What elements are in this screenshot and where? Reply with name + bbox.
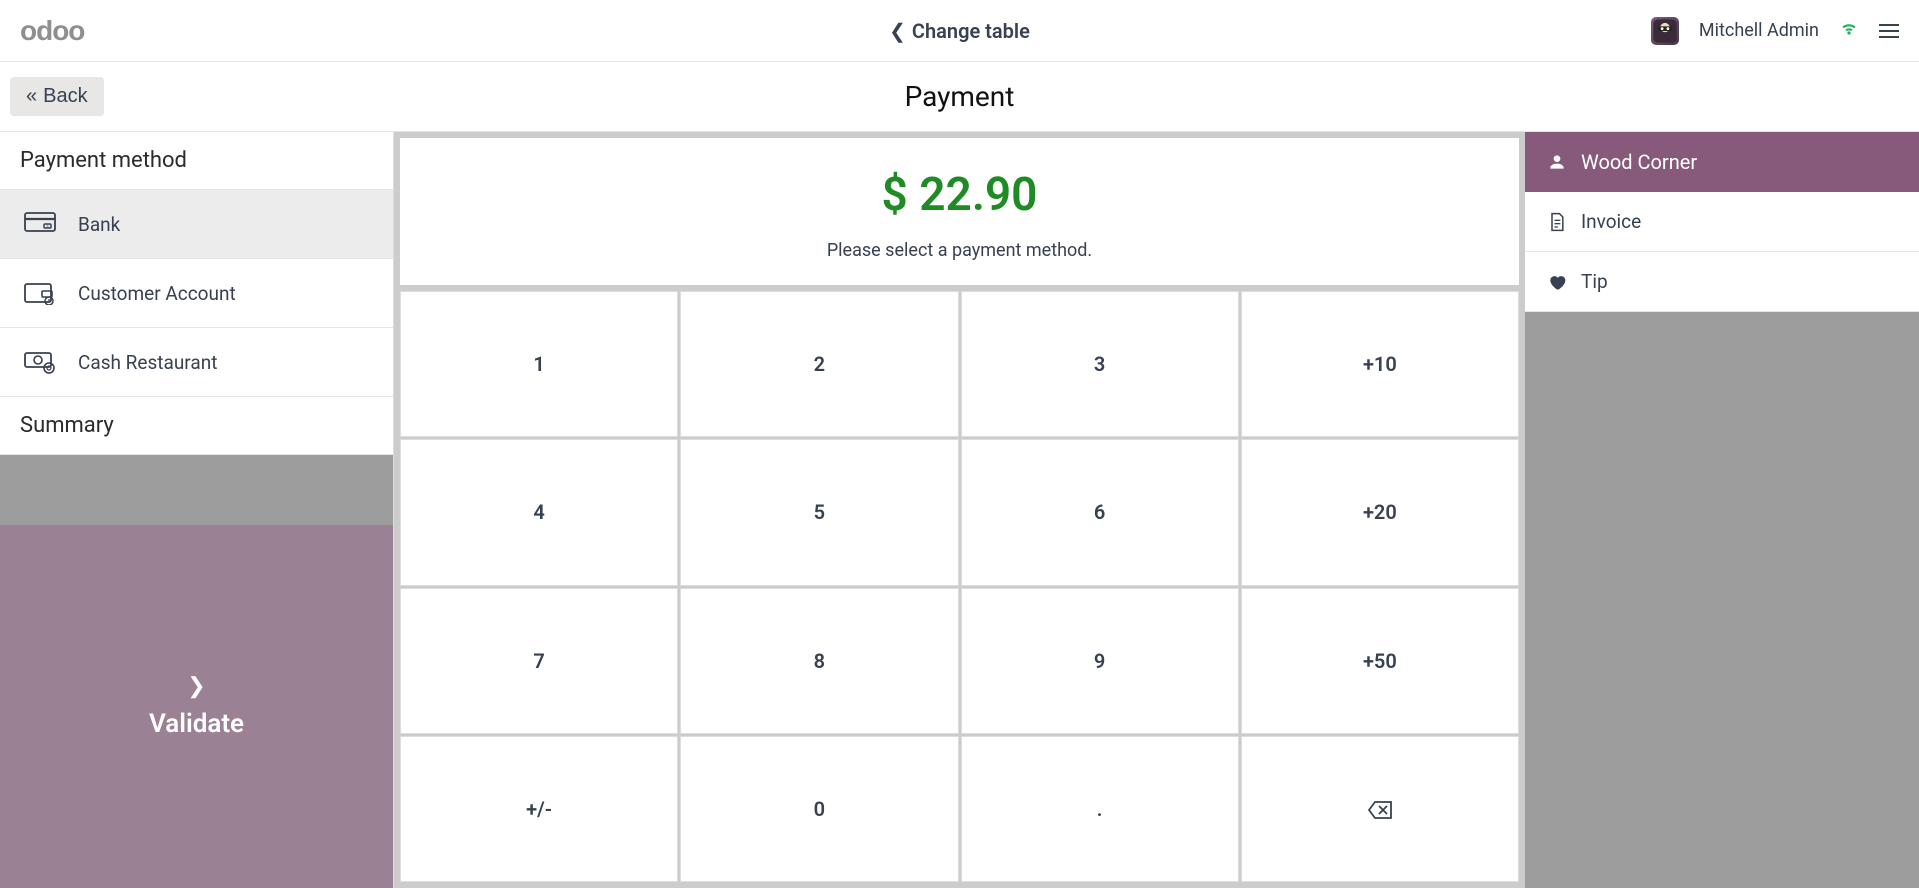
wallet-icon: [24, 281, 56, 305]
payment-method-cash[interactable]: Cash Restaurant: [0, 328, 393, 397]
numkey-dot[interactable]: .: [961, 736, 1239, 882]
summary-body: [0, 455, 393, 525]
numkey-5[interactable]: 5: [680, 439, 958, 585]
page-title: Payment: [905, 80, 1015, 113]
numkey-0[interactable]: 0: [680, 736, 958, 882]
subheader: « Back Payment: [0, 62, 1919, 132]
numkey-4[interactable]: 4: [400, 439, 678, 585]
center-panel: $ 22.90 Please select a payment method. …: [394, 132, 1525, 888]
amount-value: $ 22.90: [882, 168, 1038, 222]
customer-name: Wood Corner: [1581, 150, 1697, 174]
numkey-plus10[interactable]: +10: [1241, 291, 1519, 437]
person-icon: [1547, 152, 1567, 172]
hamburger-menu-icon[interactable]: [1879, 24, 1899, 38]
double-chevron-left-icon: «: [26, 85, 37, 108]
chevron-left-icon: ❮: [889, 19, 906, 43]
numkey-7[interactable]: 7: [400, 588, 678, 734]
payment-method-label: Cash Restaurant: [78, 351, 217, 374]
wifi-icon: [1839, 18, 1859, 43]
customer-banner[interactable]: Wood Corner: [1525, 132, 1919, 192]
back-button[interactable]: « Back: [10, 77, 104, 116]
invoice-button[interactable]: Invoice: [1525, 192, 1919, 252]
heart-icon: [1547, 272, 1567, 292]
numpad: 1 2 3 +10 4 5 6 +20 7 8 9 +50 +/- 0 .: [400, 291, 1519, 882]
summary-header: Summary: [0, 397, 393, 455]
bank-card-icon: $: [24, 212, 56, 236]
cash-icon: [24, 350, 56, 374]
numkey-9[interactable]: 9: [961, 588, 1239, 734]
avatar-icon: [1651, 17, 1679, 45]
numkey-plus50[interactable]: +50: [1241, 588, 1519, 734]
numkey-plus20[interactable]: +20: [1241, 439, 1519, 585]
right-panel: Wood Corner Invoice Tip: [1525, 132, 1919, 888]
chevron-right-icon: ❯: [187, 674, 205, 699]
numkey-sign[interactable]: +/-: [400, 736, 678, 882]
numkey-8[interactable]: 8: [680, 588, 958, 734]
payment-method-label: Customer Account: [78, 282, 236, 305]
numkey-6[interactable]: 6: [961, 439, 1239, 585]
invoice-label: Invoice: [1581, 210, 1641, 233]
backspace-icon: [1368, 800, 1392, 818]
document-icon: [1547, 212, 1567, 232]
payment-method-customer-account[interactable]: Customer Account: [0, 259, 393, 328]
avatar[interactable]: [1651, 17, 1679, 45]
amount-message: Please select a payment method.: [827, 240, 1092, 261]
change-table-button[interactable]: ❮ Change table: [889, 19, 1030, 43]
left-panel: Payment method $ Bank Customer Account C…: [0, 132, 394, 888]
numkey-1[interactable]: 1: [400, 291, 678, 437]
payment-method-label: Bank: [78, 213, 120, 236]
tip-button[interactable]: Tip: [1525, 252, 1919, 312]
change-table-label: Change table: [912, 19, 1030, 43]
username[interactable]: Mitchell Admin: [1699, 20, 1819, 41]
payment-method-header: Payment method: [0, 132, 393, 190]
app-header: odoo ❮ Change table Mitchell Admin: [0, 0, 1919, 62]
logo: odoo: [20, 15, 84, 47]
numkey-3[interactable]: 3: [961, 291, 1239, 437]
numkey-2[interactable]: 2: [680, 291, 958, 437]
payment-method-bank[interactable]: $ Bank: [0, 190, 393, 259]
back-label: Back: [43, 85, 87, 108]
validate-label: Validate: [149, 709, 244, 739]
numkey-backspace[interactable]: [1241, 736, 1519, 882]
tip-label: Tip: [1581, 270, 1608, 293]
amount-box: $ 22.90 Please select a payment method.: [400, 138, 1519, 285]
validate-button[interactable]: ❯ Validate: [0, 525, 393, 888]
